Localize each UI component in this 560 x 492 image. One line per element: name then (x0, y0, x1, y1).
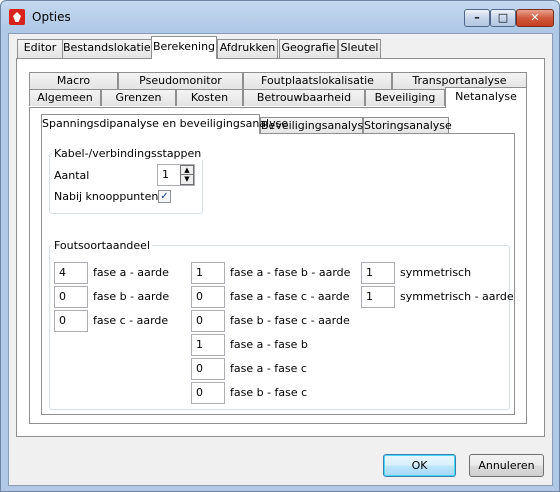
fase-b-aarde-input[interactable]: 0 (54, 286, 88, 308)
aantal-label: Aantal (54, 169, 90, 182)
close-button[interactable]: ✕ (516, 9, 554, 27)
fase-a-fase-b-aarde-label: fase a - fase b - aarde (230, 266, 351, 279)
fase-c-aarde-label: fase c - aarde (93, 314, 169, 327)
tab-berekening[interactable]: Berekening (151, 36, 217, 59)
tab-algemeen[interactable]: Algemeen (29, 89, 101, 106)
tab-foutplaatslokalisatie[interactable]: Foutplaatslokalisatie (243, 72, 392, 89)
fase-a-fase-c-aarde-input[interactable]: 0 (191, 286, 225, 308)
tab-kosten[interactable]: Kosten (176, 89, 243, 106)
tab-editor[interactable]: Editor (17, 39, 63, 58)
kabel-group-title: Kabel-/verbindingsstappen (52, 147, 204, 160)
window-title: Opties (32, 10, 71, 24)
tab-beveiliging[interactable]: Beveiliging (365, 89, 445, 106)
nabij-label: Nabij knooppunten (54, 190, 159, 203)
fase-a-aarde-input[interactable]: 4 (54, 262, 88, 284)
check-icon: ✓ (160, 191, 169, 202)
stepper-down-icon[interactable]: ▼ (181, 175, 193, 184)
stepper-up-icon[interactable]: ▲ (181, 166, 193, 175)
tab-netanalyse[interactable]: Netanalyse (445, 87, 527, 108)
fase-a-aarde-label: fase a - aarde (93, 266, 169, 279)
ok-button[interactable]: OK (383, 454, 456, 477)
minimize-button[interactable]: – (464, 9, 490, 27)
tab-storingsanalyse[interactable]: Storingsanalyse (363, 117, 452, 134)
aantal-stepper[interactable]: ▲ ▼ (180, 165, 194, 185)
tab-betrouwbaarheid[interactable]: Betrouwbaarheid (243, 89, 365, 106)
minimize-icon: – (474, 11, 480, 24)
fase-b-fase-c-aarde-input[interactable]: 0 (191, 310, 225, 332)
close-icon: ✕ (530, 11, 540, 24)
tab-afdrukken[interactable]: Afdrukken (217, 39, 278, 58)
foutsoort-group-title: Foutsoortaandeel (52, 239, 153, 252)
tab-bestandslokaties[interactable]: Bestandslokaties (62, 39, 156, 58)
fase-a-fase-b-label: fase a - fase b (230, 338, 308, 351)
tab-pseudomonitor[interactable]: Pseudomonitor (118, 72, 243, 89)
fase-a-fase-c-input[interactable]: 0 (191, 358, 225, 380)
tab-grenzen[interactable]: Grenzen (101, 89, 176, 106)
tab-sleutel[interactable]: Sleutel (338, 39, 381, 58)
fase-a-fase-c-label: fase a - fase c (230, 362, 307, 375)
app-icon (9, 9, 25, 25)
maximize-icon: □ (497, 11, 509, 24)
symmetrisch-input[interactable]: 1 (361, 262, 395, 284)
fase-b-aarde-label: fase b - aarde (93, 290, 170, 303)
fase-c-aarde-input[interactable]: 0 (54, 310, 88, 332)
tab-geografie[interactable]: Geografie (279, 39, 338, 58)
fase-a-fase-b-input[interactable]: 1 (191, 334, 225, 356)
maximize-button[interactable]: □ (490, 9, 516, 27)
fase-a-fase-c-aarde-label: fase a - fase c - aarde (230, 290, 350, 303)
dialog-client: Editor Bestandslokaties Berekening Afdru… (8, 33, 553, 486)
tab-macro[interactable]: Macro (29, 72, 118, 89)
symmetrisch-aarde-label: symmetrisch - aarde (400, 290, 514, 303)
title-bar[interactable]: Opties – □ ✕ (1, 1, 559, 33)
netanalyse-panel: Spanningsdipanalyse en beveiligingsanaly… (29, 107, 527, 424)
fase-a-fase-b-aarde-input[interactable]: 1 (191, 262, 225, 284)
cancel-button[interactable]: Annuleren (469, 454, 544, 477)
options-window: Opties – □ ✕ Editor Bestandslokaties Ber… (0, 0, 560, 492)
fase-b-fase-c-aarde-label: fase b - fase c - aarde (230, 314, 350, 327)
symmetrisch-label: symmetrisch (400, 266, 472, 279)
fase-b-fase-c-label: fase b - fase c (230, 386, 308, 399)
fase-b-fase-c-input[interactable]: 0 (191, 382, 225, 404)
tab-spanningsdipanalyse[interactable]: Spanningsdipanalyse en beveiligingsanaly… (41, 114, 288, 134)
spanningsdip-panel: Kabel-/verbindingsstappen Aantal 1 ▲ ▼ N… (41, 133, 515, 415)
nabij-checkbox[interactable]: ✓ (158, 190, 171, 203)
symmetrisch-aarde-input[interactable]: 1 (361, 286, 395, 308)
berekening-panel: Macro Pseudomonitor Foutplaatslokalisati… (16, 58, 545, 437)
